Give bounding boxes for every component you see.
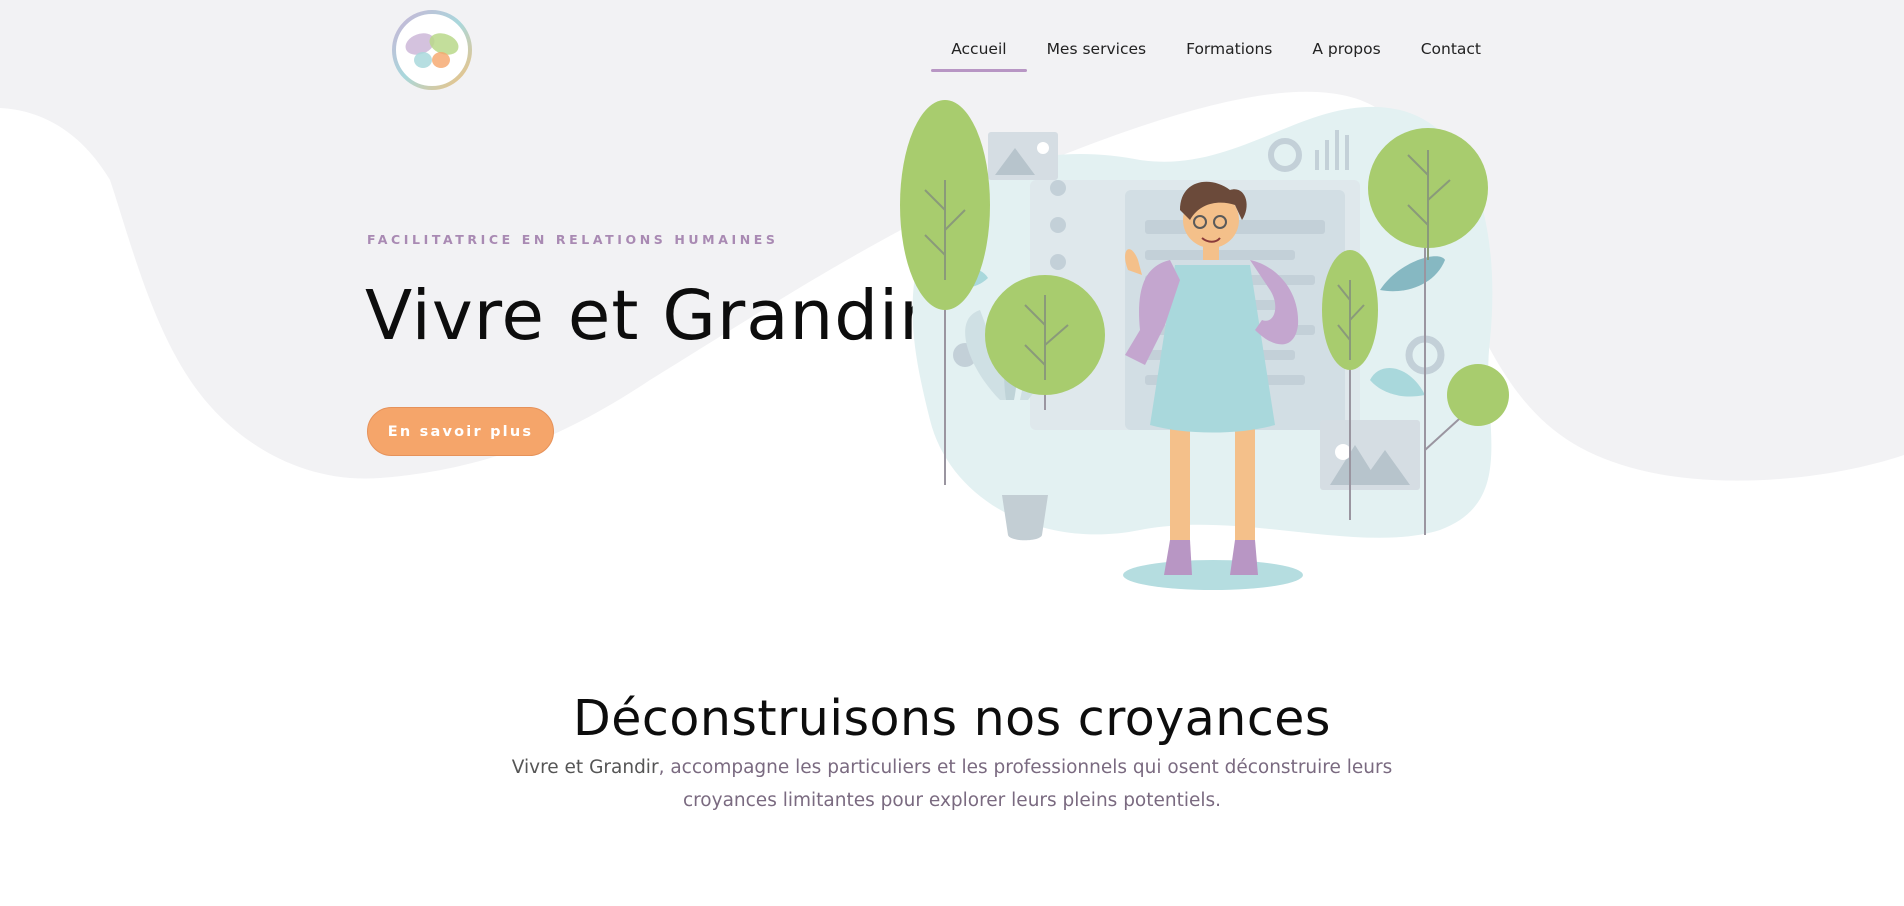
hero-eyebrow: FACILITATRICE EN RELATIONS HUMAINES <box>367 232 779 247</box>
intro-brand-name: Vivre et Grandir <box>511 757 659 778</box>
learn-more-button[interactable]: En savoir plus <box>367 407 554 456</box>
nav-item-formations[interactable]: Formations <box>1166 36 1292 72</box>
intro-section: Déconstruisons nos croyances Vivre et Gr… <box>0 690 1904 817</box>
nav-item-accueil[interactable]: Accueil <box>931 36 1027 72</box>
nav-item-contact[interactable]: Contact <box>1401 36 1501 72</box>
hero-title: Vivre et Grandir <box>365 276 929 356</box>
nav-item-mes-services[interactable]: Mes services <box>1027 36 1167 72</box>
main-navigation: Accueil Mes services Formations A propos… <box>931 36 1501 72</box>
intro-body: , accompagne les particuliers et les pro… <box>658 757 1393 811</box>
intro-title: Déconstruisons nos croyances <box>573 690 1331 747</box>
site-header: Accueil Mes services Formations A propos… <box>0 0 1904 100</box>
butterfly-logo-icon[interactable] <box>391 9 473 91</box>
intro-text: Vivre et Grandir, accompagne les particu… <box>472 751 1432 817</box>
woman-waving-with-trees-illustration <box>900 100 1509 590</box>
nav-item-a-propos[interactable]: A propos <box>1292 36 1400 72</box>
